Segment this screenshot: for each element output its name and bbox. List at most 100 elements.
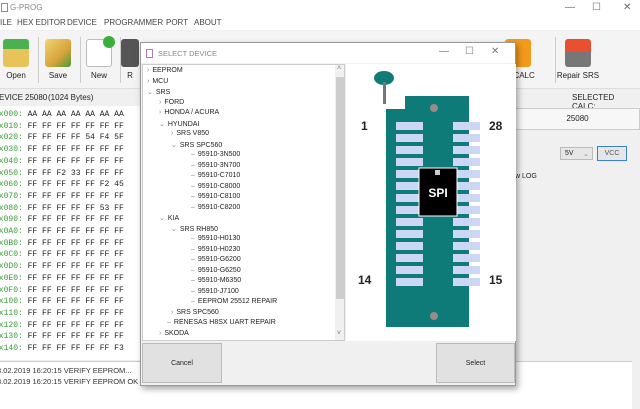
hex-byte[interactable]: FF <box>28 145 38 154</box>
hex-byte[interactable]: FF <box>85 239 95 248</box>
hex-byte[interactable]: FF <box>71 250 81 259</box>
tree-item[interactable]: –95910-3N700 <box>191 162 240 169</box>
hex-byte[interactable]: FF <box>114 250 124 259</box>
hex-byte[interactable]: FF <box>42 157 52 166</box>
hex-byte[interactable]: FF <box>28 321 38 330</box>
hex-byte[interactable]: FF <box>85 192 95 201</box>
hex-byte[interactable]: FF <box>42 239 52 248</box>
hex-byte[interactable]: FF <box>100 297 110 306</box>
hex-row[interactable]: 0x130: FF FF FF FF FF FF FF <box>0 332 124 341</box>
hex-row[interactable]: 0x0E0: FF FF FF FF FF FF FF <box>0 274 124 283</box>
tree-item[interactable]: ⌄ KIA <box>159 214 179 222</box>
hex-byte[interactable]: FF <box>100 169 110 178</box>
hex-row[interactable]: 0x010: FF FF FF FF FF FF FF <box>0 122 124 131</box>
hex-byte[interactable]: FF <box>71 344 81 353</box>
tree-item[interactable]: ⌄ SRS SPC560 <box>171 141 222 149</box>
tree-item[interactable]: –95910-G6200 <box>191 256 241 263</box>
hex-row[interactable]: 0x060: FF FF FF FF FF F2 45 <box>0 180 124 189</box>
hex-byte[interactable]: FF <box>85 309 95 318</box>
hex-byte[interactable]: FF <box>114 262 124 271</box>
hex-byte[interactable]: FF <box>56 297 66 306</box>
hex-byte[interactable]: AA <box>85 110 95 119</box>
hex-byte[interactable]: FF <box>114 274 124 283</box>
hex-byte[interactable]: FF <box>100 122 110 131</box>
hex-byte[interactable]: FF <box>85 215 95 224</box>
hex-byte[interactable]: F2 <box>56 169 66 178</box>
hex-byte[interactable]: FF <box>56 286 66 295</box>
hex-byte[interactable]: FF <box>100 309 110 318</box>
tree-item[interactable]: – RENESAS H8SX UART REPAIR <box>167 319 276 326</box>
scrollbar-thumb[interactable] <box>336 77 344 299</box>
hex-byte[interactable]: FF <box>100 344 110 353</box>
hex-row[interactable]: 0x140: FF FF FF FF FF FF F3 <box>0 344 124 353</box>
menu-hex-editor[interactable]: HEX EDITOR <box>17 18 66 27</box>
chevron-down-icon[interactable]: ⌄ <box>159 121 165 128</box>
hex-row[interactable]: 0x0F0: FF FF FF FF FF FF FF <box>0 286 124 295</box>
hex-byte[interactable]: FF <box>71 321 81 330</box>
hex-byte[interactable]: FF <box>42 274 52 283</box>
hex-byte[interactable]: 33 <box>71 169 81 178</box>
hex-byte[interactable]: FF <box>56 122 66 131</box>
tree-item[interactable]: –95910-C8000 <box>191 183 240 190</box>
hex-row[interactable]: 0x000: AA AA AA AA AA AA AA <box>0 110 124 119</box>
hex-byte[interactable]: FF <box>42 192 52 201</box>
tree-item[interactable]: › MCU <box>147 78 168 85</box>
hex-byte[interactable]: FF <box>71 286 81 295</box>
hex-row[interactable]: 0x0C0: FF FF FF FF FF FF FF <box>0 250 124 259</box>
hex-byte[interactable]: FF <box>114 309 124 318</box>
hex-row[interactable]: 0x050: FF FF F2 33 FF FF FF <box>0 169 124 178</box>
hex-byte[interactable]: FF <box>28 169 38 178</box>
hex-byte[interactable]: FF <box>71 309 81 318</box>
menu-file[interactable]: ILE <box>0 18 12 27</box>
hex-byte[interactable]: FF <box>85 344 95 353</box>
hex-byte[interactable]: FF <box>56 192 66 201</box>
hex-row[interactable]: 0x020: FF FF FF FF 54 F4 5F <box>0 133 124 142</box>
hex-byte[interactable]: FF <box>28 192 38 201</box>
hex-byte[interactable]: FF <box>56 133 66 142</box>
hex-byte[interactable]: AA <box>114 110 124 119</box>
hex-byte[interactable]: FF <box>85 157 95 166</box>
hex-byte[interactable]: FF <box>56 180 66 189</box>
hex-row[interactable]: 0x030: FF FF FF FF FF FF FF <box>0 145 124 154</box>
cancel-button[interactable]: Cancel <box>142 343 222 383</box>
hex-byte[interactable]: AA <box>100 110 110 119</box>
hex-byte[interactable]: 45 <box>114 180 124 189</box>
hex-row[interactable]: 0x0B0: FF FF FF FF FF FF FF <box>0 239 124 248</box>
hex-byte[interactable]: FF <box>42 122 52 131</box>
voltage-select[interactable]: 5V ⌄ <box>560 147 593 160</box>
hex-byte[interactable]: FF <box>71 239 81 248</box>
hex-row[interactable]: 0x0D0: FF FF FF FF FF FF FF <box>0 262 124 271</box>
hex-byte[interactable]: FF <box>56 344 66 353</box>
hex-byte[interactable]: FF <box>42 262 52 271</box>
hex-byte[interactable]: FF <box>100 262 110 271</box>
tree-item[interactable]: › HONDA / ACURA <box>159 109 219 116</box>
hex-byte[interactable]: FF <box>42 250 52 259</box>
hex-byte[interactable]: FF <box>71 262 81 271</box>
hex-byte[interactable]: FF <box>28 180 38 189</box>
hex-row[interactable]: 0x080: FF FF FF FF FF 53 FF <box>0 204 124 213</box>
hex-byte[interactable]: FF <box>85 286 95 295</box>
tree-item[interactable]: –95910-C7010 <box>191 172 240 179</box>
hex-byte[interactable]: FF <box>28 297 38 306</box>
menu-programmer[interactable]: PROGRAMMER <box>104 18 163 27</box>
hex-byte[interactable]: FF <box>42 309 52 318</box>
hex-byte[interactable]: F4 <box>100 133 110 142</box>
device-tree[interactable]: ˄ ˅ › EEPROM › MCU ⌄ SRS › FORD › HONDA / ACURA ⌄ H… <box>142 64 345 341</box>
maximize-button[interactable]: ☐ <box>592 2 601 13</box>
hex-byte[interactable]: FF <box>42 215 52 224</box>
hex-byte[interactable]: FF <box>85 204 95 213</box>
hex-byte[interactable]: AA <box>28 110 38 119</box>
save-button[interactable]: Save <box>38 35 78 87</box>
dialog-maximize-button[interactable]: ☐ <box>465 46 474 57</box>
chevron-down-icon[interactable]: ⌄ <box>171 142 177 149</box>
hex-byte[interactable]: FF <box>28 262 38 271</box>
hex-byte[interactable]: FF <box>56 309 66 318</box>
hex-byte[interactable]: FF <box>100 250 110 259</box>
hex-byte[interactable]: FF <box>114 297 124 306</box>
hex-byte[interactable]: FF <box>56 157 66 166</box>
hex-byte[interactable]: FF <box>71 145 81 154</box>
close-button[interactable]: ✕ <box>623 2 631 13</box>
hex-byte[interactable]: FF <box>71 157 81 166</box>
log-scrollbar[interactable] <box>632 361 640 409</box>
repair-srs-button[interactable]: Repair SRS <box>556 35 600 87</box>
